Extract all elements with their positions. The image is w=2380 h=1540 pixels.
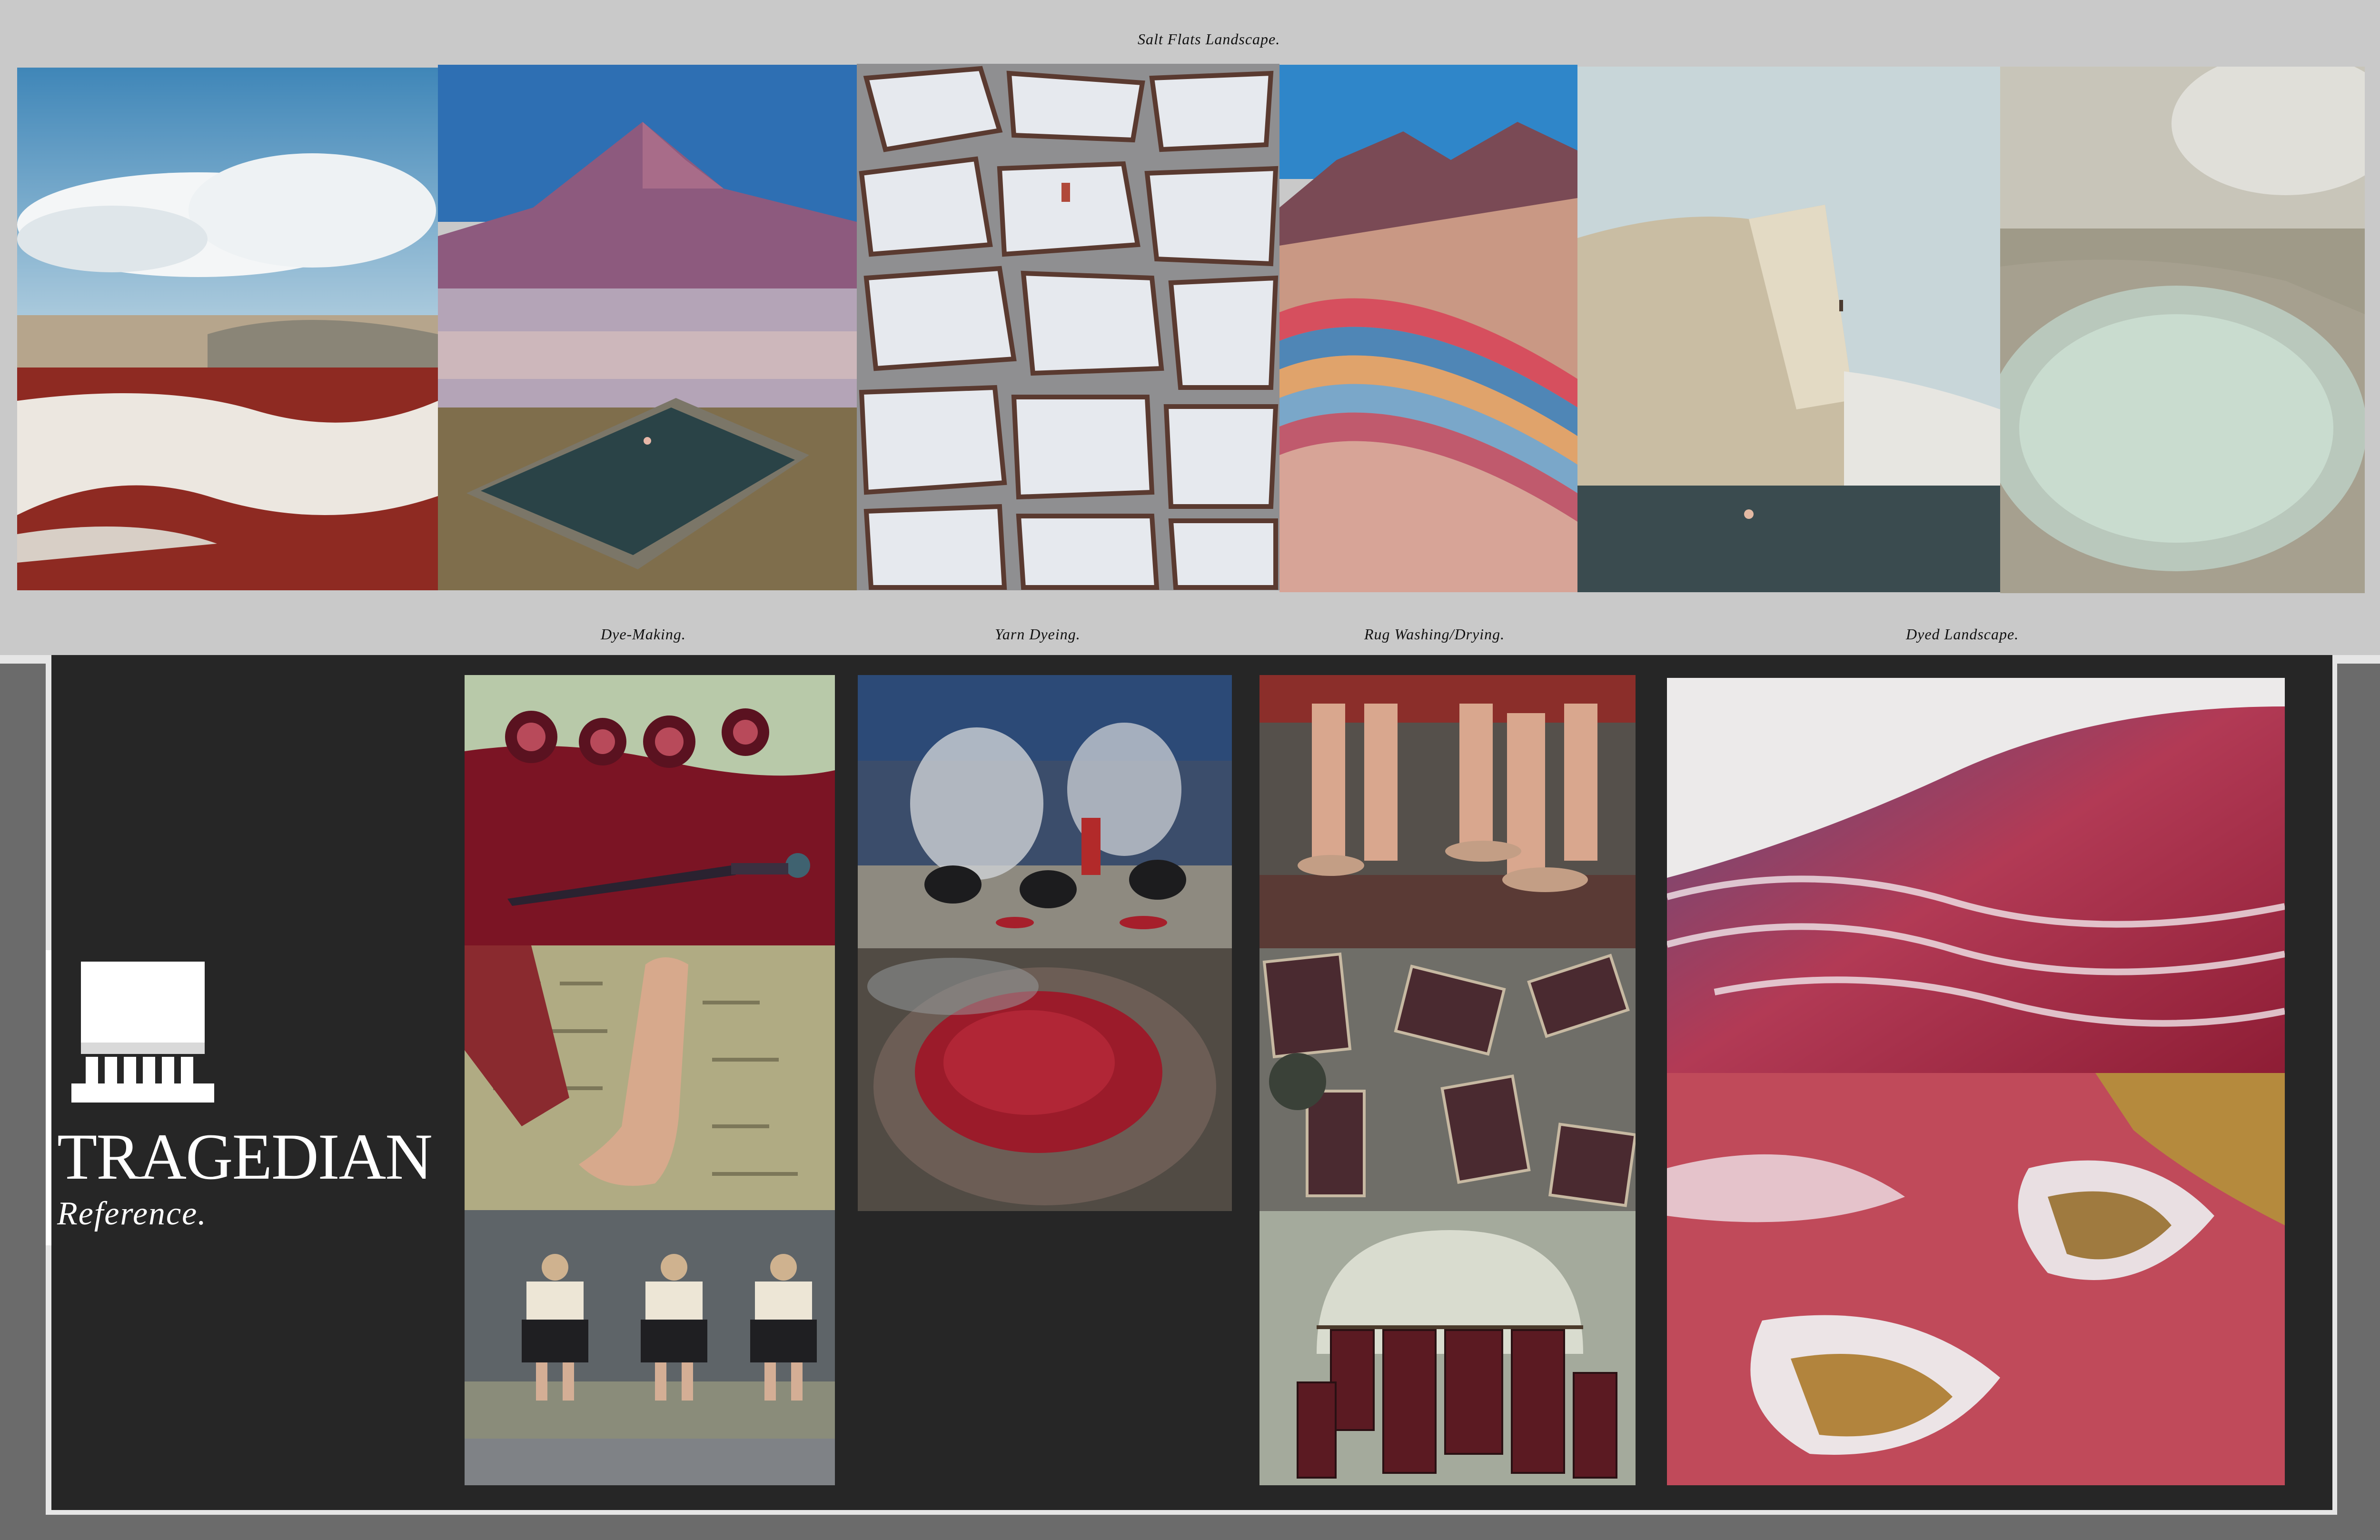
photo-grape-stomping xyxy=(465,1210,835,1485)
photo-pink-salt-shoreline xyxy=(1667,678,2285,1073)
photo-thermal-pool-mountain xyxy=(438,65,857,590)
section-title-dye-making: Dye-Making. xyxy=(601,626,686,643)
photo-rug-washing-feet xyxy=(1259,675,1636,948)
section-title-dyed-landscape: Dyed Landscape. xyxy=(1906,626,2019,643)
photo-hot-spring-pool xyxy=(2000,67,2365,593)
photo-red-lagoon xyxy=(17,68,438,590)
logo-edge-block xyxy=(46,950,51,1245)
photo-foot-on-stone xyxy=(465,945,835,1210)
section-title-rug-washing: Rug Washing/Drying. xyxy=(1364,626,1505,643)
bottom-margin xyxy=(0,1515,2380,1540)
photo-aerial-pink-salt xyxy=(1667,1073,2285,1485)
section-title-salt-flats: Salt Flats Landscape. xyxy=(1138,30,1280,48)
photo-rugs-hanging xyxy=(1259,1211,1636,1485)
section-title-yarn-dyeing: Yarn Dyeing. xyxy=(995,626,1081,643)
photo-pomegranate-dagger xyxy=(465,675,835,945)
photo-rugs-laid-out xyxy=(1259,948,1636,1211)
brand-subtitle: Reference. xyxy=(57,1195,207,1232)
brand-name: TRAGEDIAN xyxy=(57,1120,433,1193)
photo-yarn-dyeing-cauldrons xyxy=(858,675,1232,948)
photo-white-cliffs-swimmer xyxy=(1577,67,2000,592)
photo-salt-pans xyxy=(857,64,1279,590)
photo-rainbow-mountain xyxy=(1279,65,1577,592)
photo-red-yarn-bowl xyxy=(858,948,1232,1211)
columned-pedestal-logo-icon xyxy=(71,962,214,1103)
